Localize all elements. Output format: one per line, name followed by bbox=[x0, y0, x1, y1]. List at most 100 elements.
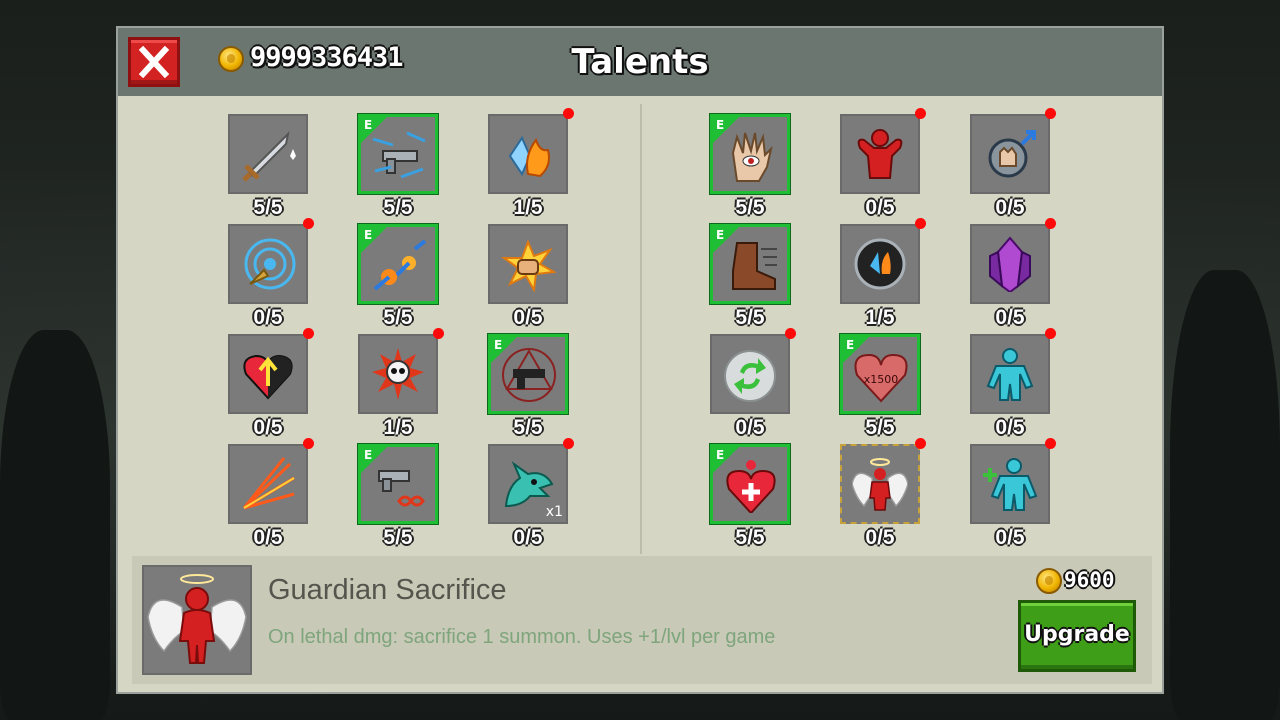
talent-punch[interactable] bbox=[488, 224, 568, 304]
talent-level: 0/5 bbox=[995, 416, 1025, 439]
talent-infinite-ammo[interactable]: E bbox=[358, 444, 438, 524]
notification-dot bbox=[915, 218, 926, 229]
gun-speed-icon bbox=[372, 131, 426, 179]
talent-badge-label: x1500 bbox=[864, 373, 899, 386]
cyan-figure-icon bbox=[986, 348, 1034, 401]
notification-dot bbox=[563, 108, 574, 119]
notification-dot bbox=[1045, 328, 1056, 339]
talent-level: 0/5 bbox=[253, 526, 283, 549]
gun-infinity-icon bbox=[378, 470, 425, 507]
notification-dot bbox=[915, 438, 926, 449]
guardian-angel-icon bbox=[147, 574, 247, 664]
target-bullet-icon bbox=[244, 238, 296, 290]
notification-dot bbox=[433, 328, 444, 339]
talent-level: 0/5 bbox=[513, 526, 543, 549]
talent-level: 5/5 bbox=[513, 416, 543, 439]
talent-regen-shield[interactable] bbox=[710, 328, 796, 414]
talent-skull-burst[interactable] bbox=[358, 328, 444, 414]
talents-panel: 9999336431 Talents 5/5 E 5/5 1/5 0/5 E 5/5 0/5 0… bbox=[116, 26, 1164, 694]
heart-x1500-icon: x1500 bbox=[854, 353, 908, 403]
talent-level: 0/5 bbox=[865, 526, 895, 549]
heal-heart-icon bbox=[726, 460, 776, 513]
talent-orb-hand[interactable] bbox=[970, 108, 1056, 194]
fireballs-icon bbox=[373, 239, 427, 291]
notification-dot bbox=[1045, 108, 1056, 119]
heart-arrow-up-icon bbox=[243, 354, 293, 400]
notification-dot bbox=[563, 438, 574, 449]
pistol-rune-icon bbox=[502, 348, 556, 402]
talent-level: 1/5 bbox=[383, 416, 413, 439]
talent-level: 1/5 bbox=[865, 306, 895, 329]
talent-dragon[interactable]: x1 bbox=[488, 438, 574, 524]
talent-level: 5/5 bbox=[383, 526, 413, 549]
talent-detail-panel: Guardian Sacrifice On lethal dmg: sacrif… bbox=[132, 556, 1152, 684]
skull-coin-icon bbox=[1036, 568, 1062, 594]
notification-dot bbox=[1045, 218, 1056, 229]
regen-shield-icon bbox=[724, 350, 776, 402]
talent-spread-shot[interactable] bbox=[228, 438, 314, 524]
fire-ice-crystal-icon bbox=[508, 135, 550, 178]
talent-summon-plus[interactable] bbox=[970, 438, 1056, 524]
purple-crystal-icon bbox=[989, 236, 1031, 292]
sword-icon bbox=[242, 130, 296, 182]
talent-heart-1500[interactable]: Ex1500 bbox=[840, 334, 920, 414]
talent-boot[interactable]: E bbox=[710, 224, 790, 304]
talent-sword[interactable] bbox=[228, 114, 308, 194]
talent-eye-hand[interactable]: E bbox=[710, 114, 790, 194]
talent-level: 0/5 bbox=[995, 526, 1025, 549]
talent-level: 5/5 bbox=[383, 196, 413, 219]
talent-fire-ice[interactable] bbox=[488, 108, 574, 194]
talent-target[interactable] bbox=[228, 218, 314, 304]
upgrade-price: 9600 bbox=[1064, 568, 1115, 592]
orb-hand-up-icon bbox=[988, 130, 1036, 178]
detail-talent-icon bbox=[142, 565, 252, 675]
cyan-figure-plus-icon bbox=[983, 458, 1038, 511]
notification-dot bbox=[915, 108, 926, 119]
talent-heart-up[interactable] bbox=[228, 328, 314, 414]
notification-dot bbox=[303, 328, 314, 339]
talent-level: 0/5 bbox=[735, 416, 765, 439]
talent-clone[interactable] bbox=[970, 328, 1056, 414]
talent-fireballs[interactable]: E bbox=[358, 224, 438, 304]
talent-guardian[interactable] bbox=[840, 438, 926, 524]
background-zombie-silhouette-left bbox=[0, 330, 110, 720]
talent-multiplier: x1 bbox=[545, 504, 563, 520]
header-bar: 9999336431 Talents bbox=[118, 28, 1162, 96]
notification-dot bbox=[785, 328, 796, 339]
talent-level: 0/5 bbox=[253, 306, 283, 329]
eye-hand-icon bbox=[731, 132, 773, 182]
page-title: Talents bbox=[571, 42, 709, 82]
talent-level: 5/5 bbox=[735, 526, 765, 549]
talent-level: 5/5 bbox=[865, 416, 895, 439]
red-muscle-man-icon bbox=[857, 129, 903, 179]
detail-talent-description: On lethal dmg: sacrifice 1 summon. Uses … bbox=[268, 626, 776, 648]
talent-gun-speed[interactable]: E bbox=[358, 114, 438, 194]
talent-level: 5/5 bbox=[735, 196, 765, 219]
column-divider bbox=[640, 104, 642, 554]
talent-crystal[interactable] bbox=[970, 218, 1056, 304]
talent-pistol-rune[interactable]: E bbox=[488, 334, 568, 414]
skull-burst-icon bbox=[372, 348, 424, 400]
talent-level: 0/5 bbox=[865, 196, 895, 219]
talent-heal-heart[interactable]: E bbox=[710, 444, 790, 524]
upgrade-button[interactable]: Upgrade bbox=[1018, 600, 1136, 672]
talent-elemental-orb[interactable] bbox=[840, 218, 926, 304]
punch-burst-icon bbox=[500, 239, 556, 292]
notification-dot bbox=[303, 218, 314, 229]
guardian-angel-icon bbox=[852, 458, 908, 511]
background-zombie-silhouette-right bbox=[1170, 270, 1280, 720]
notification-dot bbox=[303, 438, 314, 449]
talent-level: 5/5 bbox=[383, 306, 413, 329]
talent-level: 5/5 bbox=[735, 306, 765, 329]
elemental-orb-icon bbox=[854, 238, 906, 290]
notification-dot bbox=[1045, 438, 1056, 449]
talent-level: 0/5 bbox=[253, 416, 283, 439]
speed-boot-icon bbox=[732, 242, 777, 290]
talent-level: 0/5 bbox=[995, 306, 1025, 329]
spread-shot-icon bbox=[242, 457, 295, 510]
detail-talent-name: Guardian Sacrifice bbox=[268, 574, 507, 606]
talent-level: 0/5 bbox=[995, 196, 1025, 219]
talent-level: 1/5 bbox=[513, 196, 543, 219]
talent-level: 5/5 bbox=[253, 196, 283, 219]
talent-muscle[interactable] bbox=[840, 108, 926, 194]
